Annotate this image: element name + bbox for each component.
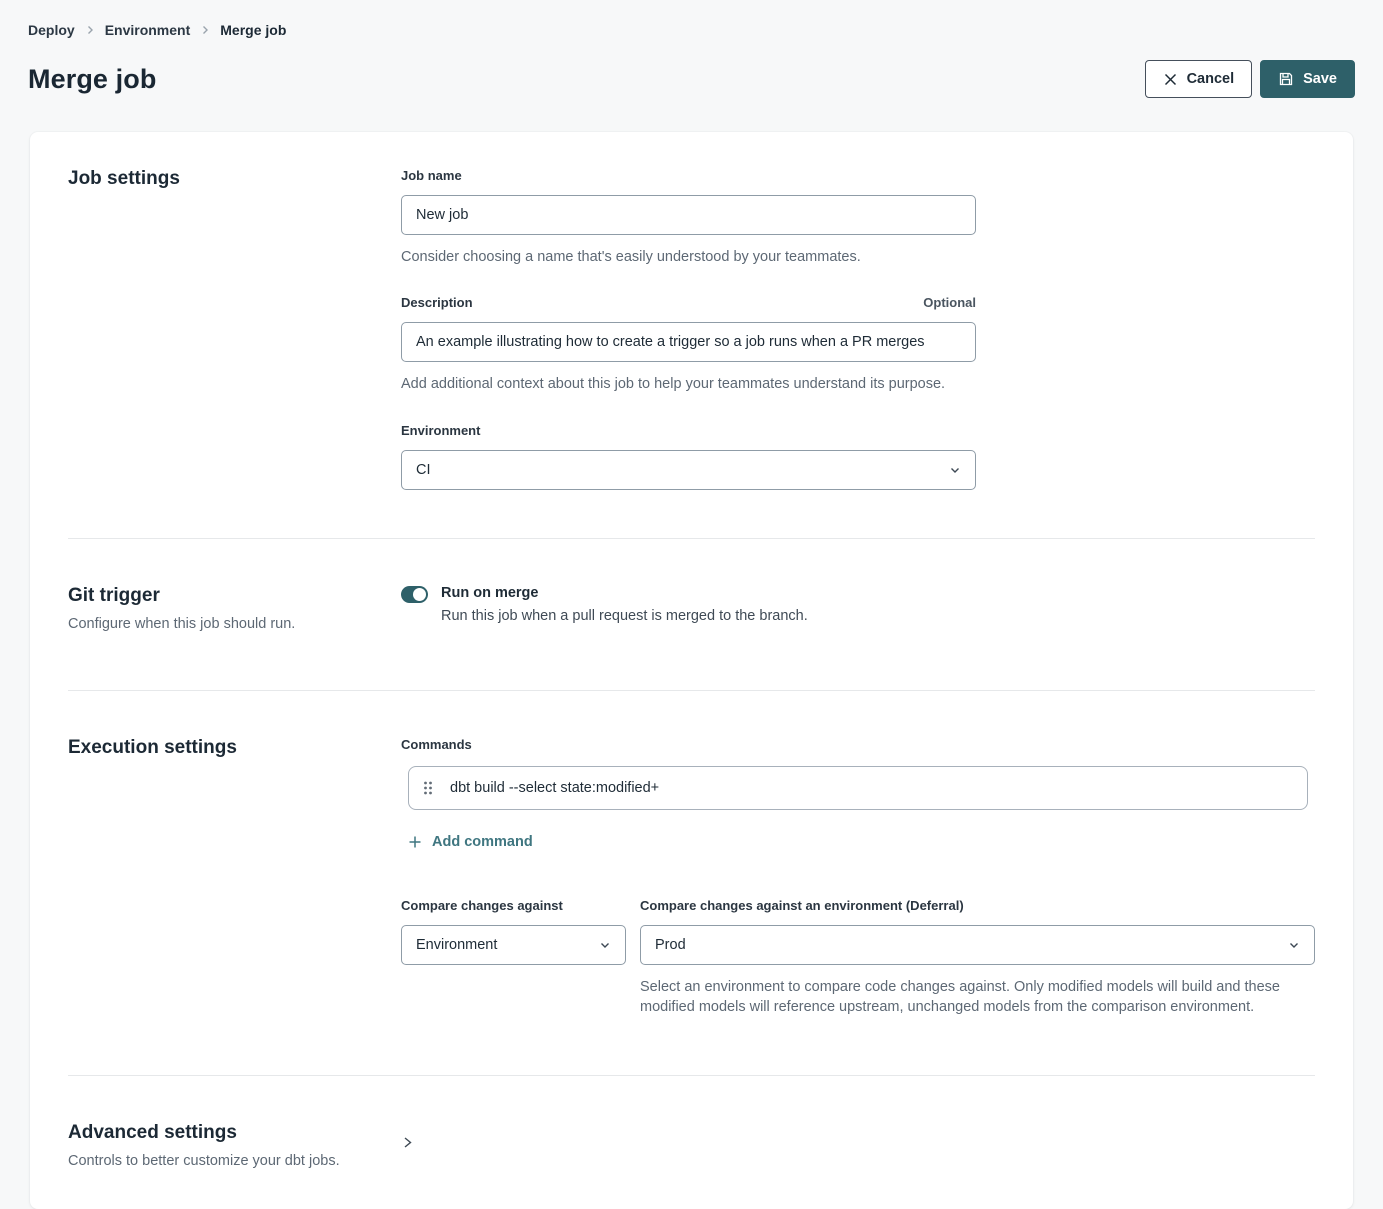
- save-button-label: Save: [1303, 71, 1337, 87]
- command-text[interactable]: dbt build --select state:modified+: [450, 780, 659, 796]
- advanced-settings-heading: Advanced settings: [68, 1122, 401, 1144]
- breadcrumb-environment[interactable]: Environment: [105, 22, 191, 38]
- environment-label: Environment: [401, 423, 1315, 438]
- deferral-label: Compare changes against an environment (…: [640, 898, 1315, 913]
- drag-handle-icon[interactable]: [423, 780, 433, 796]
- deferral-helper: Select an environment to compare code ch…: [640, 977, 1315, 1018]
- environment-select-value: CI: [416, 462, 431, 478]
- environment-select[interactable]: CI: [401, 450, 976, 490]
- page-header: Deploy Environment Merge job Merge job C…: [0, 0, 1383, 98]
- run-on-merge-label: Run on merge: [441, 585, 808, 601]
- git-trigger-form: Run on merge Run this job when a pull re…: [401, 585, 1315, 632]
- job-form-card: Job settings Job name Consider choosing …: [30, 132, 1353, 1209]
- run-on-merge-toggle[interactable]: [401, 586, 428, 603]
- close-icon: [1163, 72, 1178, 87]
- optional-tag: Optional: [923, 295, 976, 310]
- job-name-label: Job name: [401, 168, 1315, 183]
- section-job-settings: Job settings Job name Consider choosing …: [68, 168, 1315, 538]
- advanced-settings-subtext: Controls to better customize your dbt jo…: [68, 1153, 401, 1169]
- breadcrumb-deploy[interactable]: Deploy: [28, 22, 75, 38]
- job-settings-heading: Job settings: [68, 168, 401, 190]
- add-command-label: Add command: [432, 834, 533, 850]
- advanced-settings-expand: [401, 1122, 1315, 1169]
- compare-grid: Compare changes against Environment Comp…: [401, 898, 1315, 1018]
- section-execution-settings: Execution settings Commands dbt build --…: [68, 691, 1315, 1076]
- merge-job-page: Deploy Environment Merge job Merge job C…: [0, 0, 1383, 1132]
- run-on-merge-description: Run this job when a pull request is merg…: [441, 608, 808, 624]
- plus-icon: [408, 835, 422, 849]
- cancel-button[interactable]: Cancel: [1145, 60, 1253, 98]
- description-label-row: Description Optional: [401, 295, 976, 310]
- job-name-input[interactable]: [401, 195, 976, 235]
- compare-changes-label: Compare changes against: [401, 898, 626, 913]
- compare-changes-select-value: Environment: [416, 937, 497, 953]
- git-trigger-heading: Git trigger: [68, 585, 401, 607]
- run-on-merge-text: Run on merge Run this job when a pull re…: [441, 585, 808, 624]
- page-title: Merge job: [28, 64, 156, 95]
- compare-changes-field: Compare changes against Environment: [401, 898, 626, 1018]
- command-row[interactable]: dbt build --select state:modified+: [408, 766, 1308, 810]
- chevron-right-icon[interactable]: [401, 1136, 414, 1149]
- job-settings-left: Job settings: [68, 168, 401, 490]
- job-settings-form: Job name Consider choosing a name that's…: [401, 168, 1315, 490]
- execution-settings-heading: Execution settings: [68, 737, 401, 759]
- execution-settings-left: Execution settings: [68, 737, 401, 1018]
- deferral-select[interactable]: Prod: [640, 925, 1315, 965]
- save-icon: [1278, 71, 1294, 87]
- chevron-right-icon: [200, 25, 210, 35]
- breadcrumb: Deploy Environment Merge job: [28, 22, 1355, 38]
- job-name-helper: Consider choosing a name that's easily u…: [401, 247, 1315, 267]
- git-trigger-left: Git trigger Configure when this job shou…: [68, 585, 401, 632]
- title-row: Merge job Cancel S: [28, 60, 1355, 98]
- section-git-trigger: Git trigger Configure when this job shou…: [68, 539, 1315, 690]
- add-command-button[interactable]: Add command: [408, 834, 533, 850]
- execution-settings-form: Commands dbt build --select state:modifi…: [401, 737, 1315, 1018]
- chevron-down-icon: [1288, 939, 1300, 951]
- chevron-down-icon: [949, 464, 961, 476]
- run-on-merge-row: Run on merge Run this job when a pull re…: [401, 585, 1315, 624]
- chevron-down-icon: [599, 939, 611, 951]
- deferral-field: Compare changes against an environment (…: [640, 898, 1315, 1018]
- compare-changes-select[interactable]: Environment: [401, 925, 626, 965]
- commands-label: Commands: [401, 737, 1315, 752]
- deferral-select-value: Prod: [655, 937, 686, 953]
- git-trigger-subtext: Configure when this job should run.: [68, 616, 401, 632]
- breadcrumb-merge-job: Merge job: [220, 22, 286, 38]
- section-advanced-settings: Advanced settings Controls to better cus…: [68, 1076, 1315, 1169]
- description-helper: Add additional context about this job to…: [401, 374, 1315, 394]
- toggle-knob: [413, 588, 426, 601]
- header-actions: Cancel Save: [1145, 60, 1355, 98]
- advanced-settings-left: Advanced settings Controls to better cus…: [68, 1122, 401, 1169]
- description-label: Description: [401, 295, 473, 310]
- description-input[interactable]: [401, 322, 976, 362]
- chevron-right-icon: [85, 25, 95, 35]
- save-button[interactable]: Save: [1260, 60, 1355, 98]
- cancel-button-label: Cancel: [1187, 71, 1235, 87]
